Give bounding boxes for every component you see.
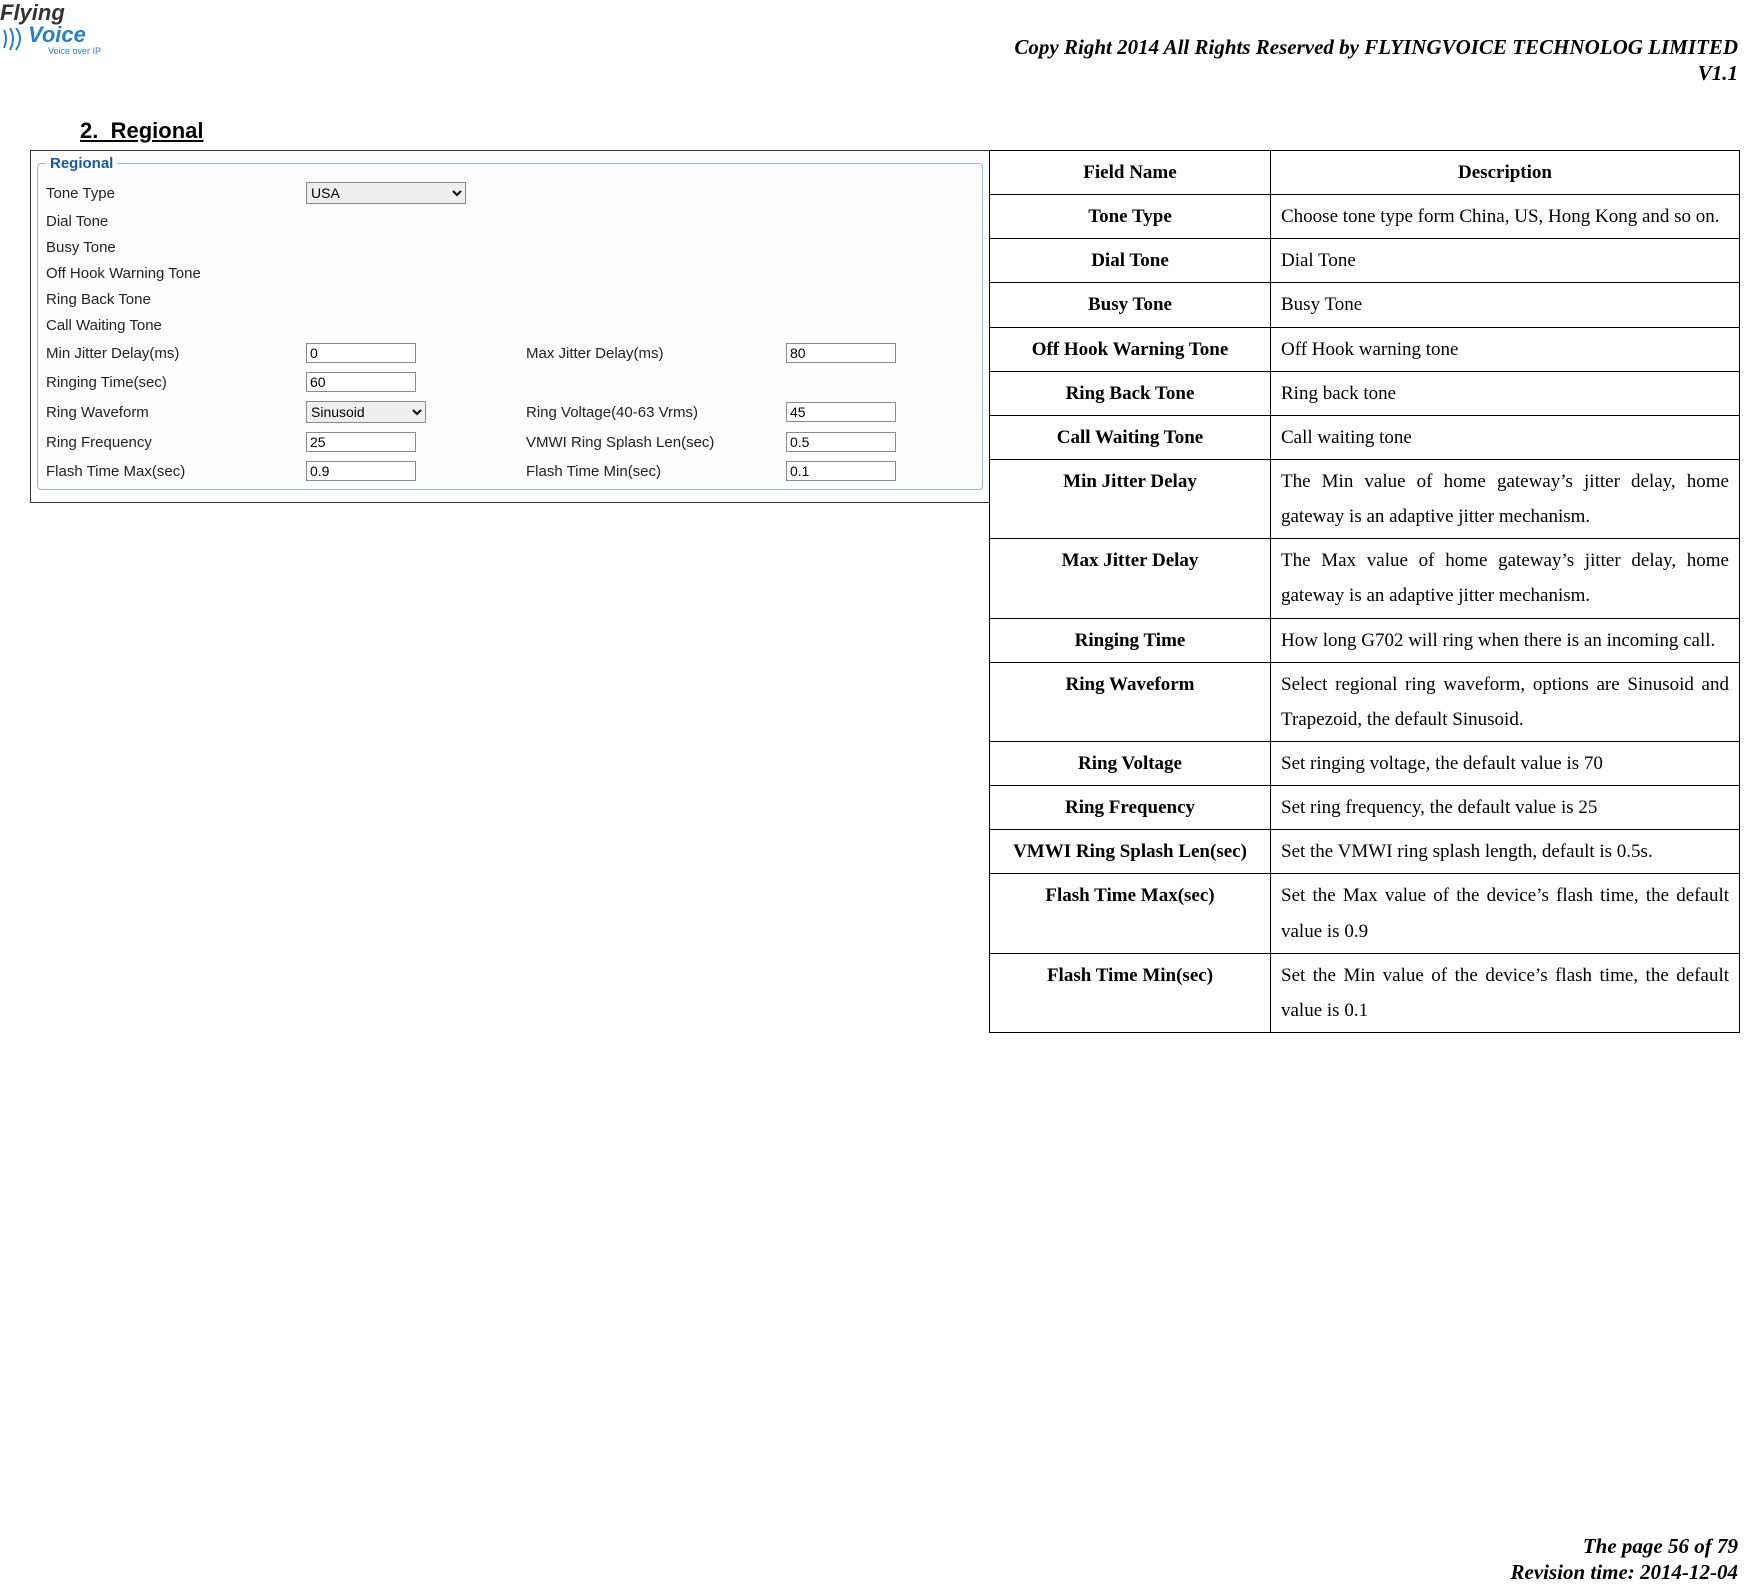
input-min-jitter[interactable] (306, 343, 416, 363)
label-min-jitter: Min Jitter Delay(ms) (46, 345, 306, 362)
table-row: Ring FrequencySet ring frequency, the de… (990, 786, 1740, 830)
fieldset-legend: Regional (46, 155, 117, 172)
table-head-desc: Description (1271, 151, 1740, 195)
section-title: Regional (111, 118, 204, 143)
label-ringing-time: Ringing Time(sec) (46, 374, 306, 391)
table-head-field: Field Name (990, 151, 1271, 195)
table-row: Flash Time Max(sec)Set the Max value of … (990, 874, 1740, 953)
label-flash-min: Flash Time Min(sec) (526, 463, 786, 480)
logo-subtext: Voice over IP (48, 46, 140, 56)
input-max-jitter[interactable] (786, 343, 896, 363)
page-footer: The page 56 of 79 Revision time: 2014-12… (1511, 1533, 1738, 1586)
logo-text-2: Voice (28, 22, 140, 48)
label-tone-type: Tone Type (46, 185, 306, 202)
label-flash-max: Flash Time Max(sec) (46, 463, 306, 480)
label-off-hook: Off Hook Warning Tone (46, 265, 306, 282)
table-row: Busy ToneBusy Tone (990, 283, 1740, 327)
label-ring-back: Ring Back Tone (46, 291, 306, 308)
table-row: Tone TypeChoose tone type form China, US… (990, 195, 1740, 239)
page-header: Copy Right 2014 All Rights Reserved by F… (1014, 34, 1738, 87)
section-number: 2. (80, 118, 98, 143)
brand-logo: Flying Voice Voice over IP (0, 0, 140, 70)
input-ring-voltage[interactable] (786, 402, 896, 422)
regional-settings-screenshot: Regional Tone Type USA Dial Tone Busy To… (30, 150, 990, 503)
label-ring-waveform: Ring Waveform (46, 404, 306, 421)
input-ring-frequency[interactable] (306, 432, 416, 452)
table-row: Ringing TimeHow long G702 will ring when… (990, 618, 1740, 662)
label-vmwi: VMWI Ring Splash Len(sec) (526, 434, 786, 451)
table-row: Flash Time Min(sec)Set the Min value of … (990, 953, 1740, 1032)
input-vmwi[interactable] (786, 432, 896, 452)
table-row: Min Jitter DelayThe Min value of home ga… (990, 459, 1740, 538)
table-row: Ring VoltageSet ringing voltage, the def… (990, 741, 1740, 785)
revision-time: Revision time: 2014-12-04 (1511, 1559, 1738, 1585)
sound-wave-icon (2, 28, 32, 52)
page-number: The page 56 of 79 (1511, 1533, 1738, 1559)
label-busy-tone: Busy Tone (46, 239, 306, 256)
copyright-text: Copy Right 2014 All Rights Reserved by F… (1014, 34, 1738, 60)
section-heading: 2. Regional (80, 118, 204, 144)
label-call-waiting: Call Waiting Tone (46, 317, 306, 334)
table-row: Ring WaveformSelect regional ring wavefo… (990, 662, 1740, 741)
table-row: Max Jitter DelayThe Max value of home ga… (990, 539, 1740, 618)
input-flash-min[interactable] (786, 461, 896, 481)
table-row: VMWI Ring Splash Len(sec)Set the VMWI ri… (990, 830, 1740, 874)
label-ring-frequency: Ring Frequency (46, 434, 306, 451)
label-dial-tone: Dial Tone (46, 213, 306, 230)
input-ringing-time[interactable] (306, 372, 416, 392)
label-ring-voltage: Ring Voltage(40-63 Vrms) (526, 404, 786, 421)
select-tone-type[interactable]: USA (306, 182, 466, 204)
field-description-table: Field Name Description Tone TypeChoose t… (989, 150, 1740, 1033)
table-row: Call Waiting ToneCall waiting tone (990, 415, 1740, 459)
input-flash-max[interactable] (306, 461, 416, 481)
table-row: Off Hook Warning ToneOff Hook warning to… (990, 327, 1740, 371)
label-max-jitter: Max Jitter Delay(ms) (526, 345, 786, 362)
regional-fieldset: Regional Tone Type USA Dial Tone Busy To… (37, 155, 983, 490)
version-text: V1.1 (1014, 60, 1738, 86)
table-row: Ring Back ToneRing back tone (990, 371, 1740, 415)
table-row: Dial ToneDial Tone (990, 239, 1740, 283)
select-ring-waveform[interactable]: Sinusoid (306, 401, 426, 423)
